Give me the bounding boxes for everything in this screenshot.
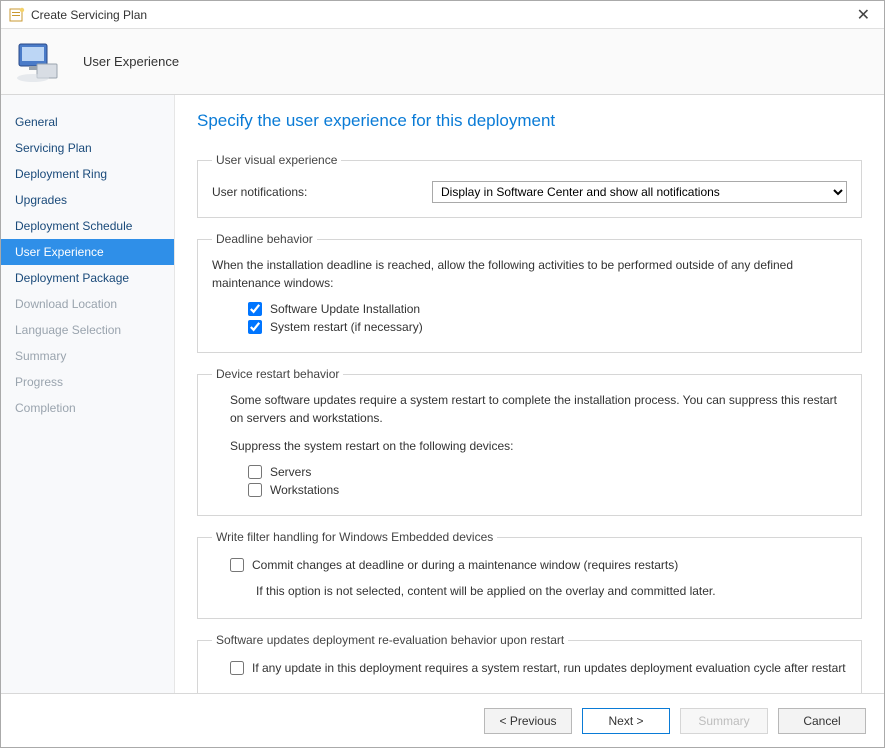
group-write-filter: Write filter handling for Windows Embedd… (197, 530, 862, 619)
group-deadline-behavior: Deadline behavior When the installation … (197, 232, 862, 353)
sidebar-item-servicing-plan[interactable]: Servicing Plan (1, 135, 174, 161)
legend-reevaluation: Software updates deployment re-evaluatio… (212, 633, 568, 647)
legend-visual: User visual experience (212, 153, 341, 167)
desc-restart-2: Suppress the system restart on the follo… (230, 437, 847, 455)
label-software-update-installation: Software Update Installation (270, 302, 420, 316)
titlebar: Create Servicing Plan ✕ (1, 1, 884, 29)
label-reevaluation: If any update in this deployment require… (252, 661, 846, 675)
desc-deadline: When the installation deadline is reache… (212, 256, 847, 292)
wizard-main: Specify the user experience for this dep… (175, 95, 884, 693)
checkbox-reevaluation[interactable] (230, 661, 244, 675)
sidebar-item-language-selection: Language Selection (1, 317, 174, 343)
label-commit-changes: Commit changes at deadline or during a m… (252, 558, 678, 572)
legend-restart: Device restart behavior (212, 367, 343, 381)
sidebar-item-completion: Completion (1, 395, 174, 421)
sidebar-item-deployment-schedule[interactable]: Deployment Schedule (1, 213, 174, 239)
close-icon[interactable]: ✕ (851, 5, 876, 25)
label-user-notifications: User notifications: (212, 185, 432, 199)
sidebar-item-deployment-package[interactable]: Deployment Package (1, 265, 174, 291)
desc-restart-1: Some software updates require a system r… (230, 391, 847, 427)
wizard-sidebar: General Servicing Plan Deployment Ring U… (1, 95, 175, 693)
group-device-restart: Device restart behavior Some software up… (197, 367, 862, 516)
legend-write-filter: Write filter handling for Windows Embedd… (212, 530, 497, 544)
sidebar-item-general[interactable]: General (1, 109, 174, 135)
checkbox-servers[interactable] (248, 465, 262, 479)
checkbox-commit-changes[interactable] (230, 558, 244, 572)
sidebar-item-user-experience[interactable]: User Experience (1, 239, 174, 265)
next-button[interactable]: Next > (582, 708, 670, 734)
window-title: Create Servicing Plan (31, 8, 851, 22)
label-workstations: Workstations (270, 483, 339, 497)
group-reevaluation: Software updates deployment re-evaluatio… (197, 633, 862, 693)
legend-deadline: Deadline behavior (212, 232, 317, 246)
checkbox-software-update-installation[interactable] (248, 302, 262, 316)
cancel-button[interactable]: Cancel (778, 708, 866, 734)
note-write-filter: If this option is not selected, content … (256, 582, 847, 600)
group-visual-experience: User visual experience User notification… (197, 153, 862, 218)
wizard-subtitle: User Experience (83, 54, 179, 69)
previous-button[interactable]: < Previous (484, 708, 572, 734)
select-user-notifications[interactable]: Display in Software Center and show all … (432, 181, 847, 203)
sidebar-item-deployment-ring[interactable]: Deployment Ring (1, 161, 174, 187)
sidebar-item-summary: Summary (1, 343, 174, 369)
label-system-restart: System restart (if necessary) (270, 320, 423, 334)
sidebar-item-upgrades[interactable]: Upgrades (1, 187, 174, 213)
wizard-header: User Experience (1, 29, 884, 95)
wizard-footer: < Previous Next > Summary Cancel (1, 693, 884, 747)
summary-button: Summary (680, 708, 768, 734)
checkbox-workstations[interactable] (248, 483, 262, 497)
label-servers: Servers (270, 465, 311, 479)
computer-icon (15, 40, 63, 84)
page-title: Specify the user experience for this dep… (197, 111, 862, 131)
wizard-icon (9, 7, 25, 23)
sidebar-item-download-location: Download Location (1, 291, 174, 317)
checkbox-system-restart[interactable] (248, 320, 262, 334)
sidebar-item-progress: Progress (1, 369, 174, 395)
